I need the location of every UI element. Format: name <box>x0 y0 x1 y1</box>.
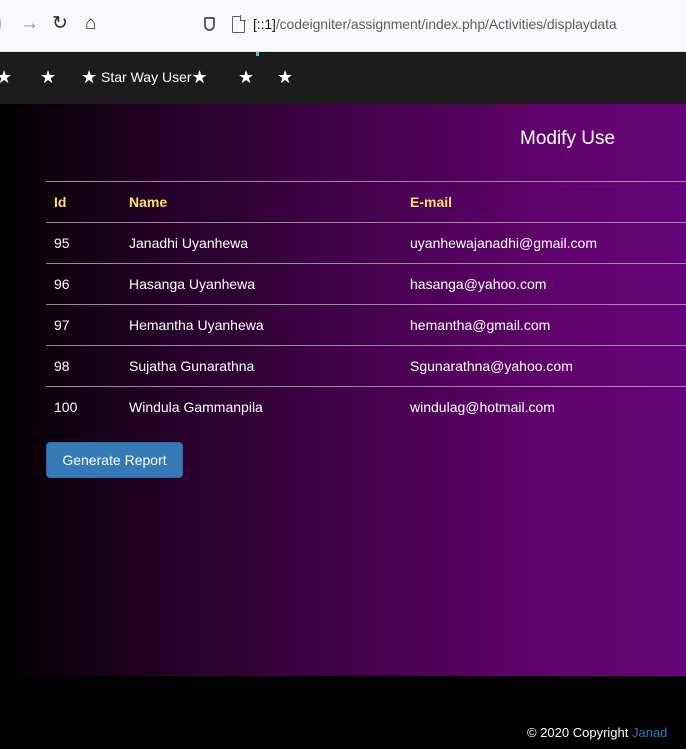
star-icon: ★ <box>238 67 255 87</box>
footer: © 2020 Copyright Janad <box>0 676 686 749</box>
url-text[interactable]: [::1]/codeigniter/assignment/index.php/A… <box>253 16 617 32</box>
url-host: [::1] <box>253 16 276 32</box>
home-icon[interactable]: ⌂ <box>85 12 96 36</box>
column-header-id: Id <box>54 194 67 210</box>
site-navbar: ★ ★ ★ Star Way User★ ★ ★ <box>0 52 686 104</box>
cell-name: Janadhi Uyanhewa <box>129 235 249 251</box>
column-header-name: Name <box>129 194 168 210</box>
table-row[interactable]: 98 Sujatha Gunarathna Sgunarathna@yahoo.… <box>46 345 686 386</box>
cell-name: Sujatha Gunarathna <box>129 358 255 374</box>
copyright-link[interactable]: Janad <box>632 725 667 740</box>
copyright-text: © 2020 Copyright <box>527 725 629 740</box>
cell-id: 95 <box>54 235 70 251</box>
navbar-brand[interactable]: ★ Star Way User★ <box>81 66 208 88</box>
cell-id: 96 <box>54 276 70 292</box>
star-icon: ★ <box>191 67 208 87</box>
page-icon[interactable] <box>232 15 246 33</box>
cell-name: Windula Gammanpila <box>129 399 263 415</box>
table-row[interactable]: 96 Hasanga Uyanhewa hasanga@yahoo.com <box>46 263 686 304</box>
address-bar[interactable]: [::1]/codeigniter/assignment/index.php/A… <box>196 12 686 39</box>
cell-id: 100 <box>54 399 78 415</box>
column-header-email: E-mail <box>410 194 453 210</box>
reload-icon[interactable]: ↻ <box>52 12 68 36</box>
brand-label: Star Way User <box>101 69 192 85</box>
back-arrow-icon[interactable]: ) <box>0 12 2 36</box>
forward-arrow-icon[interactable]: → <box>20 12 39 36</box>
table-row[interactable]: 97 Hemantha Uyanhewa hemantha@gmail.com <box>46 304 686 345</box>
cell-id: 98 <box>54 358 70 374</box>
window-left-edge <box>0 104 6 749</box>
table-row[interactable]: 100 Windula Gammanpila windulag@hotmail.… <box>46 386 686 427</box>
star-icon: ★ <box>277 67 294 87</box>
cell-email: hasanga@yahoo.com <box>410 276 547 292</box>
cell-email: Sgunarathna@yahoo.com <box>410 358 573 374</box>
cell-name: Hasanga Uyanhewa <box>129 276 256 292</box>
table-row[interactable]: 95 Janadhi Uyanhewa uyanhewajanadhi@gmai… <box>46 222 686 263</box>
url-path: /codeigniter/assignment/index.php/Activi… <box>275 16 617 32</box>
users-table: Id Name E-mail 95 Janadhi Uyanhewa uyanh… <box>46 181 686 427</box>
cell-id: 97 <box>54 317 70 333</box>
star-icon: ★ <box>81 67 98 87</box>
copyright: © 2020 Copyright Janad <box>527 725 667 740</box>
generate-report-button[interactable]: Generate Report <box>46 442 183 478</box>
cell-email: windulag@hotmail.com <box>410 399 555 415</box>
cell-email: uyanhewajanadhi@gmail.com <box>410 235 597 251</box>
nav-accent <box>256 52 259 56</box>
table-header-row: Id Name E-mail <box>46 181 686 222</box>
star-icon: ★ <box>0 67 13 87</box>
browser-toolbar: ) → ↻ ⌂ [::1]/codeigniter/assignment/ind… <box>0 0 686 52</box>
star-icon: ★ <box>40 67 57 87</box>
main-content: Modify Use Id Name E-mail 95 Janadhi Uya… <box>0 104 686 676</box>
cell-email: hemantha@gmail.com <box>410 317 551 333</box>
page-title: Modify Use <box>520 128 616 149</box>
shield-icon[interactable] <box>204 17 215 31</box>
cell-name: Hemantha Uyanhewa <box>129 317 264 333</box>
